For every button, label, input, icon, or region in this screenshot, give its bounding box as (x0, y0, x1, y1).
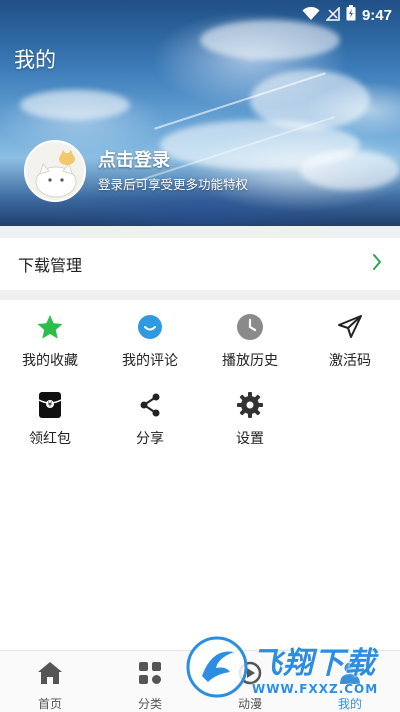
section-divider (0, 290, 400, 300)
download-management-label: 下载管理 (18, 256, 83, 275)
battery-icon (346, 5, 356, 25)
avatar[interactable] (24, 140, 86, 202)
svg-text:¥: ¥ (48, 401, 53, 409)
nav-item-category[interactable]: 分类 (100, 651, 200, 712)
share-button[interactable]: 分享 (100, 384, 200, 462)
profile-header: 9:47 我的 点击登录 登录后可享受更多功能特权 (0, 0, 400, 226)
settings-button[interactable]: 设置 (200, 384, 300, 462)
nav-label-home: 首页 (37, 697, 62, 711)
status-bar: 9:47 (0, 0, 400, 28)
login-subtitle: 登录后可享受更多功能特权 (98, 177, 249, 192)
activation-code-button[interactable]: 激活码 (300, 306, 400, 384)
nav-item-home[interactable]: 首页 (0, 651, 100, 712)
gear-icon (235, 390, 265, 420)
share-label: 分享 (136, 431, 164, 447)
category-icon (138, 661, 162, 689)
star-icon (35, 312, 65, 342)
status-time: 9:47 (361, 6, 392, 24)
login-title[interactable]: 点击登录 (98, 146, 170, 172)
red-packet-button[interactable]: ¥ 领红包 (0, 384, 100, 462)
favorites-button[interactable]: 我的收藏 (0, 306, 100, 384)
cat-avatar-icon (26, 142, 84, 200)
activation-code-label: 激活码 (329, 353, 371, 369)
wifi-icon (302, 6, 320, 25)
section-divider (0, 226, 400, 238)
share-icon (135, 390, 165, 420)
chevron-right-icon (372, 253, 382, 275)
red-packet-label: 领红包 (29, 431, 71, 447)
watermark-text: 飞翔下载 (252, 646, 376, 681)
send-icon (335, 312, 365, 342)
history-button[interactable]: 播放历史 (200, 306, 300, 384)
comments-label: 我的评论 (122, 353, 178, 369)
watermark-logo-icon (186, 636, 248, 698)
comment-icon (135, 312, 165, 342)
download-management-row[interactable]: 下载管理 (0, 238, 400, 290)
function-grid: 我的收藏 我的评论 播放历史 激活码 ¥ 领红包 分享 设置 (0, 306, 400, 462)
site-watermark: 飞翔下载 WWW.FXXZ.COM (186, 634, 398, 700)
clock-icon (235, 312, 265, 342)
settings-label: 设置 (236, 431, 264, 447)
comments-button[interactable]: 我的评论 (100, 306, 200, 384)
watermark-url: WWW.FXXZ.COM (252, 682, 379, 696)
signal-icon (325, 5, 340, 25)
favorites-label: 我的收藏 (22, 353, 78, 369)
history-label: 播放历史 (222, 353, 278, 369)
home-icon (37, 661, 63, 689)
page-title: 我的 (14, 48, 56, 72)
nav-label-category: 分类 (137, 697, 162, 711)
red-packet-icon: ¥ (35, 390, 65, 420)
